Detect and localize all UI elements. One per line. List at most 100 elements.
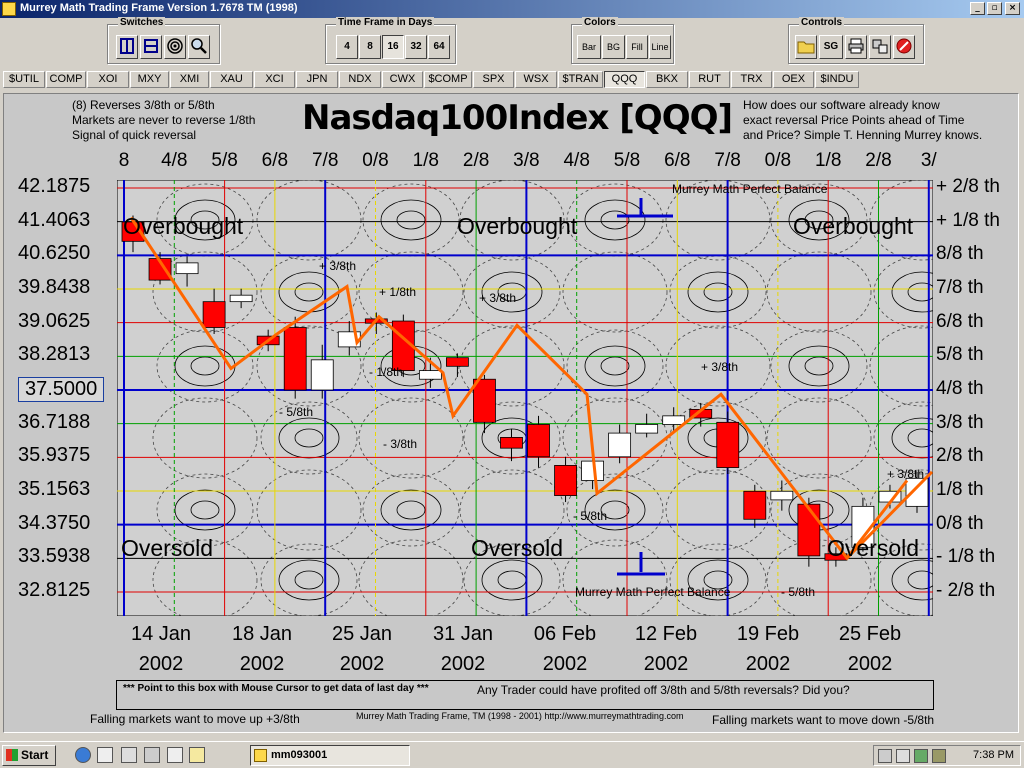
symbol-tab[interactable]: CWX (382, 71, 423, 88)
fill-color-button[interactable]: Fill (626, 35, 648, 59)
sync-button[interactable] (116, 35, 138, 59)
printer-icon (848, 38, 864, 54)
page-title: Nasdaq100Index [QQQ] (302, 98, 733, 138)
chart-panel: (8) Reverses 3/8th or 5/8th Markets are … (3, 93, 1019, 733)
symbol-tab[interactable]: JPN (296, 71, 338, 88)
last-day-data-box[interactable]: *** Point to this box with Mouse Cursor … (116, 680, 934, 710)
murrey-chart[interactable]: Overbought Overbought Overbought Oversold Ov… (117, 180, 933, 616)
price-label[interactable]: 32.8125 (18, 579, 90, 602)
left-note-line: (8) Reverses 3/8th or 5/8th (72, 98, 215, 112)
network-icon[interactable] (896, 749, 910, 763)
print-button[interactable] (845, 35, 867, 59)
symbol-tab[interactable]: $UTIL (3, 71, 45, 88)
frame-button[interactable] (140, 35, 162, 59)
open-button[interactable] (795, 35, 817, 59)
line-color-button[interactable]: Line (649, 35, 671, 59)
price-label[interactable]: 39.0625 (18, 310, 90, 333)
time-fraction-label: 7/8 (714, 150, 741, 171)
symbol-tab[interactable]: QQQ (604, 71, 645, 88)
exit-button[interactable] (893, 35, 915, 59)
symbol-tab[interactable]: NDX (339, 71, 381, 88)
reversal-annotation: - 5/8th (279, 405, 313, 419)
candle-body (635, 424, 659, 434)
symbol-tab[interactable]: $TRAN (558, 71, 603, 88)
tray-icon[interactable] (932, 749, 946, 763)
right-note-line: exact reversal Price Points ahead of Tim… (743, 113, 965, 127)
candle-body (500, 437, 523, 449)
window-title: Murrey Math Trading Frame Version 1.7678… (20, 2, 298, 14)
price-label[interactable]: 35.9375 (18, 444, 90, 467)
price-label[interactable]: 39.8438 (18, 276, 90, 299)
candle-body (229, 294, 253, 303)
price-label[interactable]: 36.7188 (18, 411, 90, 434)
date-year: 2002 (745, 653, 791, 675)
candle-body (310, 359, 334, 391)
show-desktop-icon[interactable] (97, 747, 113, 763)
price-label[interactable]: 37.5000 (18, 377, 105, 402)
start-button[interactable]: Start (2, 745, 56, 766)
internet-explorer-icon[interactable] (75, 747, 91, 763)
system-tray: 7:38 PM (873, 745, 1021, 766)
title-bar[interactable]: Murrey Math Trading Frame Version 1.7678… (0, 0, 1024, 18)
timeframe-4-button[interactable]: 4 (336, 35, 358, 59)
symbol-tab[interactable]: BKX (646, 71, 688, 88)
time-fraction-label: 2/8 (462, 150, 490, 171)
price-label[interactable]: 38.2813 (18, 343, 90, 366)
symbol-tab[interactable]: XOI (87, 71, 129, 88)
minimize-button[interactable]: _ (970, 2, 985, 15)
symbol-tab[interactable]: XAU (210, 71, 253, 88)
databox-question: Any Trader could have profited off 3/8th… (477, 683, 850, 697)
symbol-tab[interactable]: OEX (773, 71, 814, 88)
symbol-tab[interactable]: XCI (254, 71, 295, 88)
quick-launch-icon[interactable] (167, 747, 183, 763)
time-fraction-label: 3/8 (513, 150, 540, 171)
symbol-tab[interactable]: $INDU (815, 71, 859, 88)
quick-launch-icon[interactable] (121, 747, 137, 763)
symbol-tab[interactable]: TRX (731, 71, 772, 88)
date-year: 2002 (542, 653, 588, 675)
symbol-tab[interactable]: MXY (130, 71, 169, 88)
timeframe-32-button[interactable]: 32 (405, 35, 427, 59)
volume-icon[interactable] (878, 749, 892, 763)
symbol-tab[interactable]: COMP (46, 71, 86, 88)
sg-button[interactable]: SG (819, 35, 843, 59)
price-label[interactable]: 33.5938 (18, 545, 90, 568)
close-button[interactable]: × (1005, 2, 1020, 15)
date-day: 06 Feb (533, 623, 597, 645)
setup-button[interactable] (869, 35, 891, 59)
notepad-icon[interactable] (189, 747, 205, 763)
maximize-button[interactable]: ▫ (987, 2, 1002, 15)
timeframe-16-button[interactable]: 16 (382, 35, 404, 59)
candle-body (473, 378, 496, 423)
reversal-annotation: + 1/8th (379, 285, 416, 299)
timeframe-8-button[interactable]: 8 (359, 35, 381, 59)
time-fraction-label: 6/8 (664, 150, 691, 171)
price-label[interactable]: 42.1875 (18, 175, 90, 198)
price-label[interactable]: 40.6250 (18, 242, 90, 265)
bar-color-button[interactable]: Bar (577, 35, 601, 59)
symbol-tab[interactable]: RUT (689, 71, 730, 88)
eighth-label: 7/8 th (936, 277, 984, 298)
task-button-mm093001[interactable]: mm093001 (250, 745, 410, 766)
price-label[interactable]: 35.1563 (18, 478, 90, 501)
time-fraction-label: 3/ (920, 150, 937, 171)
candle-body (418, 370, 442, 380)
clock[interactable]: 7:38 PM (973, 749, 1014, 761)
timeframe-64-button[interactable]: 64 (428, 35, 450, 59)
bg-color-button[interactable]: BG (602, 35, 625, 59)
date-label: 19 Feb 2002 (737, 619, 799, 679)
quick-launch-icon[interactable] (144, 747, 160, 763)
target-button[interactable] (164, 35, 186, 59)
price-label[interactable]: 41.4063 (18, 209, 90, 232)
symbol-tab[interactable]: WSX (515, 71, 557, 88)
date-day: 25 Feb (838, 623, 902, 645)
symbol-tab[interactable]: SPX (473, 71, 514, 88)
symbol-tab[interactable]: $COMP (424, 71, 472, 88)
tray-icon[interactable] (914, 749, 928, 763)
footer-right-note: Falling markets want to move down -5/8th (712, 713, 935, 727)
candle-body (770, 490, 794, 501)
date-label: 14 Jan 2002 (131, 619, 191, 679)
price-label[interactable]: 34.3750 (18, 512, 90, 535)
zoom-button[interactable] (188, 35, 210, 59)
symbol-tab[interactable]: XMI (170, 71, 209, 88)
